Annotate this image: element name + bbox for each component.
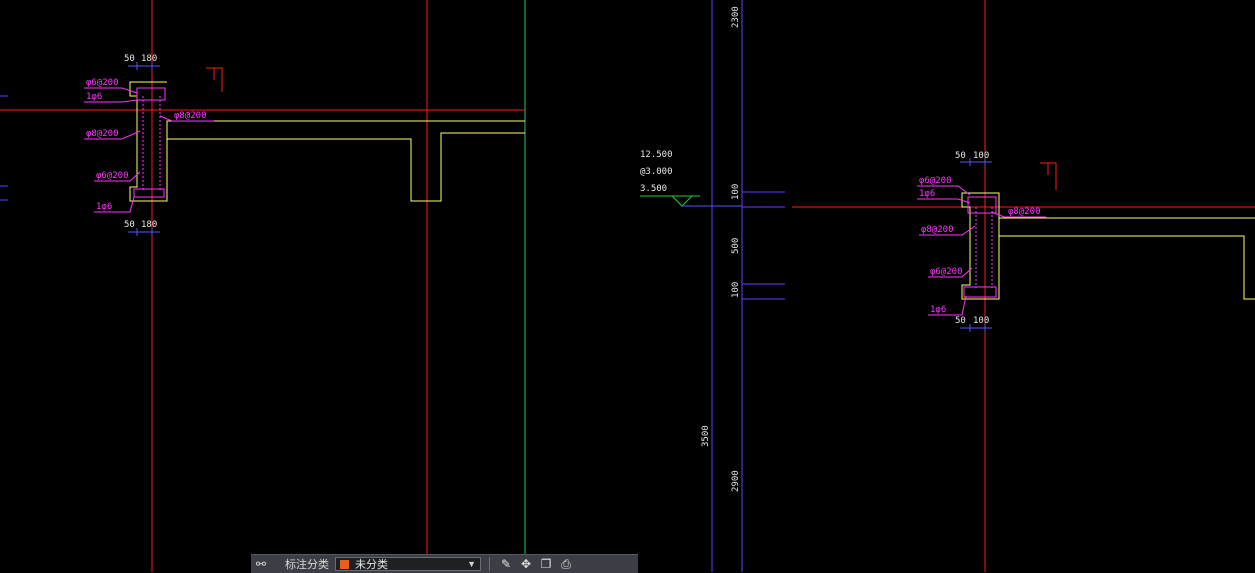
category-select-value: 未分类	[355, 559, 388, 571]
vdim-500: 500	[731, 238, 741, 254]
elevation-marker: 12.500 @3.000 3.500	[640, 150, 742, 207]
left-dim-top-180: 180	[141, 54, 157, 64]
left-rebar-label-4: φ8@200	[86, 129, 119, 139]
left-rebar-label-6: 1φ6	[96, 202, 112, 212]
left-beam-outline	[129, 67, 525, 202]
left-slab-bottom	[167, 132, 525, 202]
left-dim-top-50: 50	[124, 54, 135, 64]
left-rebar-leaders	[84, 87, 214, 213]
left-dim-bottom-50: 50	[124, 220, 135, 230]
left-section-mark	[206, 67, 223, 92]
elevation-triangle	[670, 195, 694, 207]
left-dim-bottom-180: 180	[141, 220, 157, 230]
axis-lines	[0, 0, 1255, 572]
vdim-100-b: 100	[731, 282, 741, 298]
vdim-3500: 3500	[701, 425, 711, 447]
right-rebar-label-6: 1φ6	[930, 305, 946, 315]
category-select[interactable]: 未分类 ▼	[335, 557, 481, 571]
right-dim-bottom-50: 50	[955, 316, 966, 326]
right-dimension-text: 50 100 50 100	[955, 151, 989, 326]
right-dim-top-100: 100	[973, 151, 989, 161]
left-rebar-label-1: φ6@200	[86, 78, 119, 88]
right-rebar-label-2: 1φ6	[919, 189, 935, 199]
edit-icon[interactable]: ✎	[496, 556, 516, 572]
vdim-2900: 2900	[731, 470, 741, 492]
right-dim-bottom-100: 100	[973, 316, 989, 326]
left-slab-outline	[129, 81, 525, 202]
right-stirrup-bottom	[963, 286, 997, 298]
vdim-100-a: 100	[731, 184, 741, 200]
left-stirrup-top	[136, 87, 166, 101]
group-icon[interactable]: ⚯	[251, 556, 271, 572]
elevation-text-3: 3.500	[640, 184, 667, 194]
print-icon[interactable]: ⎙	[556, 556, 576, 572]
right-rebar-label-3: φ8@200	[1008, 207, 1041, 217]
right-rebar-label-1: φ6@200	[919, 176, 952, 186]
left-rebar-label-5: φ6@200	[96, 171, 129, 181]
right-stirrup-top	[967, 196, 997, 214]
left-stirrup-bottom	[133, 188, 165, 198]
right-section-mark	[1040, 162, 1057, 190]
left-rebar-label-2: 1φ6	[86, 92, 102, 102]
move-icon[interactable]: ✥	[516, 556, 536, 572]
right-slab-bottom	[999, 235, 1255, 300]
elevation-text-1: 12.500	[640, 150, 673, 160]
cad-drawing-canvas[interactable]: 50 180 50 180 φ6@200 1φ6 φ8@200 φ8@200 φ…	[0, 0, 1255, 572]
chevron-down-icon: ▼	[467, 559, 476, 569]
right-rebar-leaders	[917, 185, 1046, 316]
category-color-swatch	[340, 559, 349, 569]
right-rebar-label-5: φ6@200	[930, 267, 963, 277]
right-rebar-label-4: φ8@200	[921, 225, 954, 235]
vertical-dimension-texts: 2300 100 500 100 3500 2900	[701, 6, 741, 492]
toolbar-divider	[489, 557, 490, 571]
category-label: 标注分类	[285, 559, 329, 571]
left-rebar-labels: φ6@200 1φ6 φ8@200 φ8@200 φ6@200 1φ6	[86, 78, 207, 212]
elevation-text-2: @3.000	[640, 167, 673, 177]
left-rebar-label-3: φ8@200	[174, 111, 207, 121]
vdim-2300: 2300	[731, 6, 741, 28]
right-slab-outline	[961, 192, 1255, 300]
copy-icon[interactable]: ❐	[536, 556, 556, 572]
right-dim-top-50: 50	[955, 151, 966, 161]
annotation-toolbar: ⚯ 标注分类 未分类 ▼ ✎ ✥ ❐ ⎙	[251, 554, 638, 573]
right-beam-outline	[961, 162, 1255, 300]
